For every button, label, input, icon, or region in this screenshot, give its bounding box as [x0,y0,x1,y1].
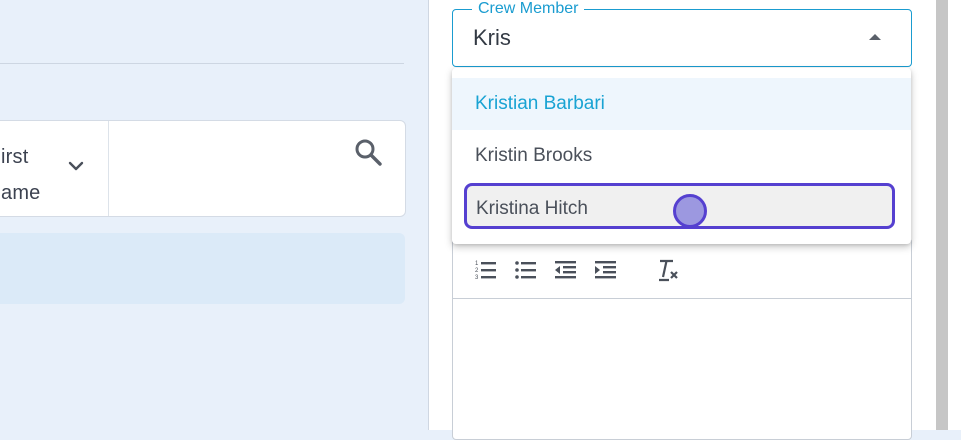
option-kristian-barbari[interactable]: Kristian Barbari [452,78,911,130]
indent-icon[interactable] [594,258,618,282]
crew-member-label: Crew Member [472,0,585,18]
filter-card: irst ame [0,120,406,217]
divider [0,63,404,64]
search-icon[interactable] [353,137,383,167]
crew-member-input[interactable]: Kris [473,24,511,52]
crew-member-select[interactable]: Crew Member Kris [452,0,912,67]
svg-text:1: 1 [475,261,479,267]
outdent-icon[interactable] [554,258,578,282]
filter-separator [108,121,109,216]
column-header-first-name[interactable]: irst ame [1,139,41,211]
option-kristin-brooks[interactable]: Kristin Brooks [452,130,911,182]
bullet-list-icon[interactable] [514,258,538,282]
info-banner [0,233,405,304]
cursor-indicator [673,194,707,228]
rich-text-editor[interactable]: 1 2 3 [452,238,912,440]
svg-text:3: 3 [475,275,479,281]
chevron-down-icon[interactable] [67,157,85,175]
svg-text:2: 2 [475,268,479,274]
ordered-list-icon[interactable]: 1 2 3 [474,258,498,282]
column-header-label-line2: ame [1,182,41,204]
option-label: Kristian Barbari [475,93,605,114]
caret-up-icon[interactable] [868,32,882,42]
toolbar-separator [453,298,911,299]
scrollbar-thumb[interactable] [936,0,948,430]
option-label: Kristin Brooks [475,145,593,166]
left-pane: irst ame [0,0,428,430]
option-label: Kristina Hitch [476,198,588,219]
column-header-label-line1: irst [1,146,29,168]
clear-format-icon[interactable] [656,258,680,282]
